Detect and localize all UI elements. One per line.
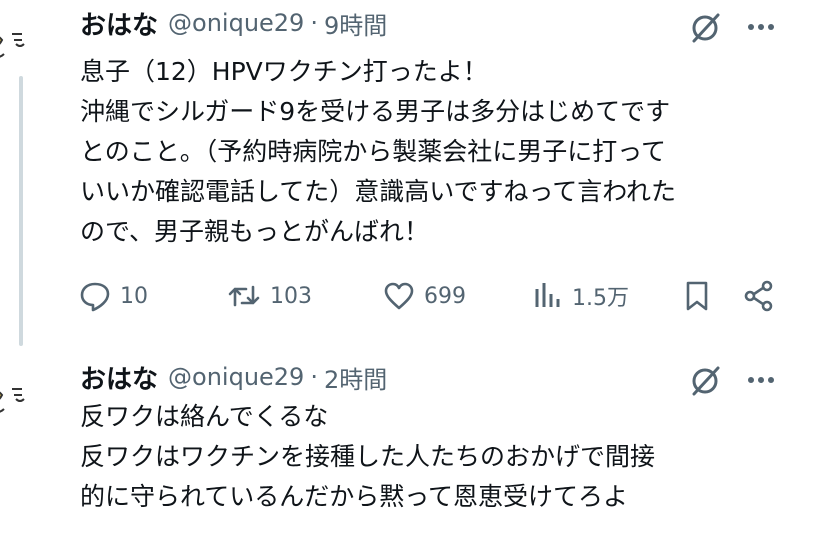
reply-count: 10 [120, 283, 148, 309]
tweet-header: おはな @onique29 · 2時間 [80, 359, 387, 396]
tweet-line: 的に守られているんだから黙って恩恵受けてろよ [80, 482, 629, 511]
more-icon[interactable] [744, 12, 778, 42]
tweet-line: 息子（12）HPVワクチン打ったよ！ [80, 57, 488, 86]
separator-dot: · [310, 9, 318, 37]
timestamp[interactable]: 2時間 [324, 360, 387, 395]
thread-line [19, 76, 23, 346]
user-handle[interactable]: @onique29 [168, 363, 304, 391]
share-button[interactable] [742, 276, 776, 316]
tweet-line: ので、男子親もっとがんばれ！ [80, 217, 430, 246]
avatar[interactable] [0, 375, 34, 423]
tweet-line: 反ワクは絡んでくるな [80, 402, 329, 431]
action-bar: 10 103 699 1.5万 [78, 276, 798, 316]
bookmark-button[interactable] [682, 276, 712, 316]
tweet-line: いいか確認電話してた）意識高いですねって言われた [80, 177, 677, 206]
tweet-line: 沖縄でシルガード9を受ける男子は多分はじめてです [80, 97, 671, 126]
tweet-1[interactable]: おはな @onique29 · 9時間 息子（12）HPVワクチン打ったよ！ 沖… [0, 0, 813, 346]
tweet-2[interactable]: おはな @onique29 · 2時間 反ワクは絡んでくるな 反ワクはワクチンを… [0, 345, 813, 549]
views-icon [532, 279, 564, 313]
like-button[interactable]: 699 [382, 276, 466, 316]
retweet-count: 103 [270, 283, 312, 309]
view-count: 1.5万 [572, 286, 629, 311]
timestamp[interactable]: 9時間 [324, 6, 387, 41]
tweet-header: おはな @onique29 · 9時間 [80, 5, 387, 42]
slash-circle-icon[interactable] [688, 10, 724, 46]
retweet-button[interactable]: 103 [226, 276, 312, 316]
user-handle[interactable]: @onique29 [168, 9, 304, 37]
heart-icon [382, 279, 416, 313]
display-name[interactable]: おはな [80, 5, 158, 42]
retweet-icon [226, 279, 262, 313]
reply-button[interactable]: 10 [78, 276, 148, 316]
views-button[interactable]: 1.5万 [532, 276, 629, 316]
like-count: 699 [424, 283, 466, 309]
separator-dot: · [310, 363, 318, 391]
tweet-text: 反ワクは絡んでくるな 反ワクはワクチンを接種した人たちのおかげで間接 的に守られ… [80, 397, 800, 517]
share-icon [742, 279, 776, 313]
bookmark-icon [682, 279, 712, 313]
tweet-line: 反ワクはワクチンを接種した人たちのおかげで間接 [80, 442, 656, 471]
tweet-text: 息子（12）HPVワクチン打ったよ！ 沖縄でシルガード9を受ける男子は多分はじめ… [80, 52, 800, 252]
tweet-line: とのこと。（予約時病院から製薬会社に男子に打って [80, 137, 667, 166]
avatar[interactable] [0, 20, 34, 68]
display-name[interactable]: おはな [80, 359, 158, 396]
slash-circle-icon[interactable] [688, 363, 724, 399]
reply-icon [78, 279, 112, 313]
more-icon[interactable] [744, 365, 778, 395]
